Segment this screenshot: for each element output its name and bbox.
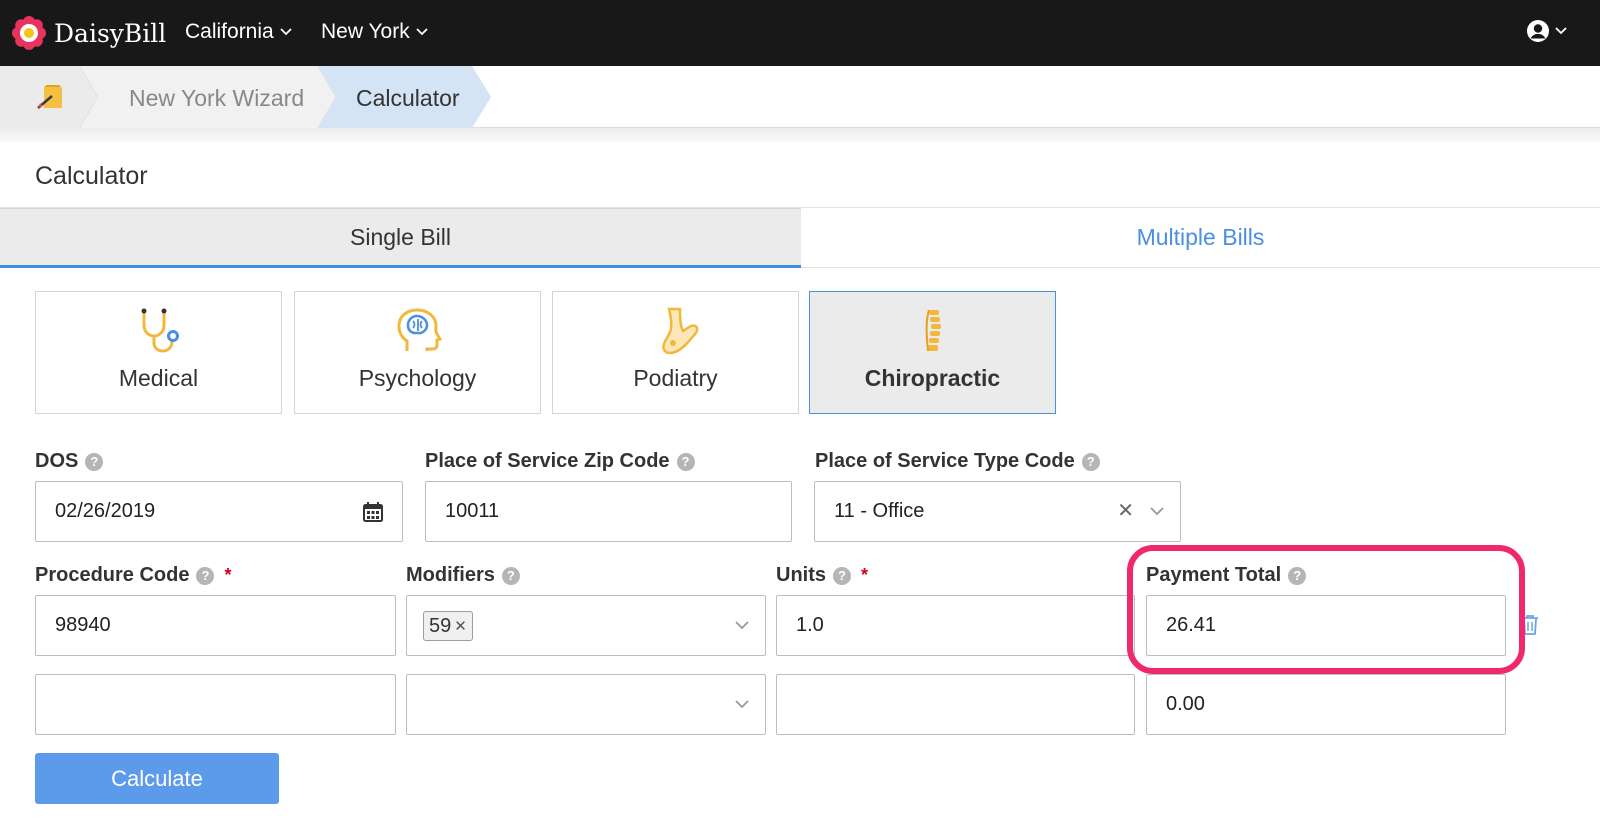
zip-field	[425, 481, 792, 542]
units-input[interactable]	[777, 596, 1134, 655]
chevron-down-icon	[1555, 27, 1567, 35]
trash-icon[interactable]	[1521, 614, 1539, 636]
label-text: Place of Service Type Code	[815, 450, 1075, 472]
label-text: Place of Service Zip Code	[425, 450, 670, 472]
chevron-down-icon	[416, 28, 428, 36]
required-marker: *	[861, 565, 869, 585]
help-icon[interactable]: ?	[676, 452, 695, 471]
calendar-icon[interactable]	[362, 501, 384, 523]
breadcrumb-item-new-york-wizard[interactable]: New York Wizard	[129, 85, 304, 112]
brain-head-icon	[397, 308, 443, 351]
specialty-label: Chiropractic	[864, 365, 1001, 391]
specialty-card-medical[interactable]: Medical	[35, 291, 282, 414]
header-shadow	[0, 128, 1600, 142]
specialty-label: Psychology	[358, 365, 477, 391]
modifier-value: 59	[429, 614, 452, 637]
payment-total-input[interactable]	[1147, 596, 1505, 655]
payment-total-input[interactable]	[1147, 675, 1505, 734]
spine-icon	[925, 309, 941, 352]
modifiers-select[interactable]: 59 ✕	[406, 595, 766, 656]
tab-label: Multiple Bills	[1136, 224, 1265, 250]
calculate-button[interactable]: Calculate	[35, 753, 279, 804]
procedure-code-field	[35, 595, 396, 656]
specialty-label: Podiatry	[633, 365, 718, 391]
top-navbar: DaisyBill California New York	[0, 0, 1600, 66]
procedure-code-field	[35, 674, 396, 735]
pos-type-label: Place of Service Type Code ?	[815, 450, 1100, 473]
help-icon[interactable]: ?	[85, 452, 104, 471]
nav-menu-new-york[interactable]: New York	[321, 20, 428, 44]
procedure-code-input[interactable]	[36, 675, 395, 734]
tab-label: Single Bill	[350, 223, 451, 250]
nav-menu-label: New York	[321, 20, 410, 43]
units-label: Units ? *	[776, 564, 868, 587]
payment-total-field	[1146, 674, 1506, 735]
remove-tag-icon[interactable]: ✕	[454, 617, 467, 635]
label-text: Procedure Code	[35, 564, 190, 586]
brand-name: DaisyBill	[54, 18, 167, 48]
selected-value: 11 - Office	[834, 500, 925, 522]
payment-total-field	[1146, 595, 1506, 656]
user-menu[interactable]	[1526, 19, 1567, 43]
help-icon[interactable]: ?	[833, 566, 851, 585]
specialty-label: Medical	[118, 365, 199, 391]
stethoscope-icon	[141, 308, 179, 353]
foot-icon	[662, 307, 699, 355]
breadcrumb-item-calculator[interactable]: Calculator	[356, 85, 460, 112]
zip-label: Place of Service Zip Code ?	[425, 450, 695, 473]
pencil-note-icon[interactable]	[34, 80, 68, 114]
brand-logo[interactable]: DaisyBill	[12, 14, 166, 52]
units-field	[776, 674, 1135, 735]
pos-type-select[interactable]: 11 - Office ✕	[814, 481, 1181, 542]
label-text: Units	[776, 564, 826, 586]
label-text: Payment Total	[1146, 564, 1282, 586]
payment-total-label: Payment Total ?	[1146, 564, 1307, 587]
help-icon[interactable]: ?	[196, 566, 215, 585]
label-text: Modifiers	[406, 564, 495, 586]
page-title: Calculator	[35, 162, 148, 190]
nav-menu-label: California	[185, 20, 274, 43]
tab-multiple-bills[interactable]: Multiple Bills	[801, 208, 1600, 268]
chevron-down-icon[interactable]	[1150, 507, 1164, 516]
modifiers-label: Modifiers ?	[406, 564, 520, 587]
help-icon[interactable]: ?	[1288, 566, 1307, 585]
help-icon[interactable]: ?	[1081, 452, 1100, 471]
chevron-down-icon	[280, 28, 292, 36]
units-input[interactable]	[777, 675, 1134, 734]
label-text: DOS	[35, 450, 79, 472]
daisy-icon	[12, 16, 46, 50]
dos-field	[35, 481, 403, 542]
procedure-code-input[interactable]	[36, 596, 395, 655]
tab-single-bill[interactable]: Single Bill	[0, 208, 801, 268]
help-icon[interactable]: ?	[501, 566, 520, 585]
procedure-code-label: Procedure Code ? *	[35, 564, 232, 587]
chevron-down-icon[interactable]	[735, 621, 749, 630]
required-marker: *	[224, 565, 232, 585]
dos-label: DOS ?	[35, 450, 104, 473]
specialty-card-chiropractic[interactable]: Chiropractic	[809, 291, 1056, 414]
units-field	[776, 595, 1135, 656]
specialty-card-psychology[interactable]: Psychology	[294, 291, 541, 414]
modifiers-select[interactable]	[406, 674, 766, 735]
modifier-tag: 59 ✕	[423, 611, 473, 641]
zip-code-input[interactable]	[426, 482, 791, 541]
chevron-down-icon[interactable]	[735, 700, 749, 709]
clear-icon[interactable]: ✕	[1117, 498, 1134, 523]
nav-menu-california[interactable]: California	[185, 20, 292, 44]
specialty-card-podiatry[interactable]: Podiatry	[552, 291, 799, 414]
dos-input[interactable]	[36, 482, 402, 541]
user-circle-icon	[1527, 20, 1549, 42]
